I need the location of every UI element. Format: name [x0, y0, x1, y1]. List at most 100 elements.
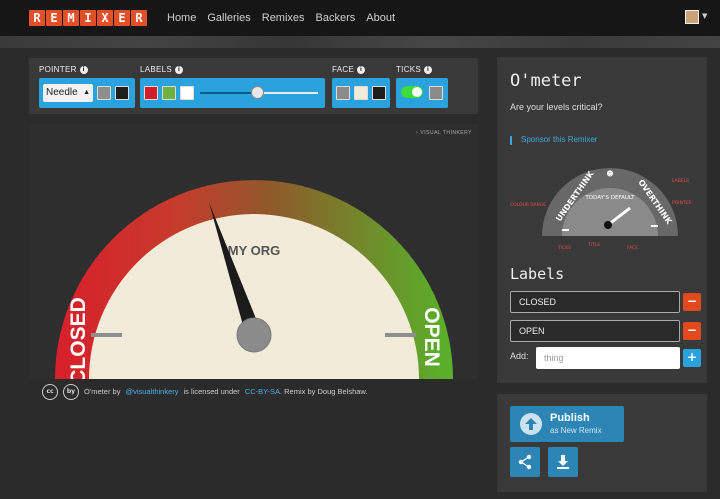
gauge-toolbar: POINTER i Needle ▲ LABELS i FACE i TICKS i — [29, 58, 478, 114]
publish-title: Publish — [550, 412, 590, 424]
add-label-input[interactable]: thing — [536, 347, 680, 369]
diagram-colour-range: COLOUR RANGE — [510, 202, 546, 208]
gauge-canvas: ◔ VISUAL THINKERY MY ORG CLOSED OPEN — [29, 124, 478, 379]
logo-letter: M — [63, 10, 79, 26]
diagram-face-label: FACE — [627, 245, 638, 251]
nav-links: Home Galleries Remixes Backers About — [167, 11, 395, 25]
pointer-select[interactable]: Needle ▲ — [43, 84, 93, 102]
slider-fill — [200, 92, 257, 94]
remove-label-button[interactable]: − — [683, 293, 701, 311]
labels-label: LABELS — [140, 65, 173, 74]
credit-middle: is licensed under — [183, 387, 240, 396]
top-nav: R E M I X E R Home Galleries Remixes Bac… — [0, 0, 720, 36]
labels-heading: Labels — [510, 265, 565, 283]
credit-prefix: O'meter by — [84, 387, 121, 396]
publish-panel: Publish as New Remix — [497, 394, 707, 492]
user-avatar[interactable] — [685, 10, 699, 24]
add-label-text: Add: — [510, 351, 529, 361]
watermark: ◔ VISUAL THINKERY — [414, 130, 472, 136]
ticks-toggle[interactable] — [401, 86, 423, 98]
diagram-tick — [562, 229, 569, 231]
info-icon[interactable]: i — [79, 66, 88, 74]
labels-controls — [140, 78, 325, 108]
pointer-color-swatch[interactable] — [97, 86, 111, 100]
info-icon[interactable]: i — [424, 66, 433, 74]
publish-button[interactable]: Publish as New Remix — [510, 406, 624, 442]
pointer-label: POINTER — [39, 65, 77, 74]
author-link[interactable]: @visualthinkery — [125, 387, 178, 397]
gauge-title: MY ORG — [228, 243, 281, 258]
logo-letter: R — [131, 10, 147, 26]
remix-title: O'meter — [510, 71, 582, 91]
pointer-select-value: Needle — [46, 87, 78, 98]
pointer-group: POINTER i Needle ▲ — [39, 65, 135, 108]
labels-color-swatch-green[interactable] — [162, 86, 176, 100]
label-field-2[interactable]: OPEN — [510, 320, 680, 342]
remove-label-button[interactable]: − — [683, 322, 701, 340]
diagram-ticks: TICKS — [557, 245, 571, 251]
by-icon: by — [63, 384, 79, 400]
gauge-tick-left — [91, 333, 122, 337]
pointer-controls: Needle ▲ — [39, 78, 135, 108]
gauge-needle-hub — [236, 317, 272, 353]
diagram-labels: LABELS — [672, 178, 689, 184]
ticks-label: TICKS — [396, 65, 422, 74]
nav-link-about[interactable]: About — [366, 11, 395, 25]
arrow-up-icon — [520, 413, 542, 435]
download-icon — [557, 455, 569, 469]
remixer-logo[interactable]: R E M I X E R — [29, 10, 147, 26]
gauge-svg: MY ORG CLOSED OPEN — [55, 180, 453, 379]
ticks-controls — [396, 78, 448, 108]
face-group: FACE i — [332, 65, 390, 108]
license-credit: cc by O'meter by @visualthinkery is lice… — [42, 384, 368, 400]
sponsor-text: Sponsor this Remixer — [521, 135, 598, 144]
share-icon — [518, 454, 532, 470]
face-color-swatch-grey[interactable] — [336, 86, 350, 100]
cc-icon: cc — [42, 384, 58, 400]
label-field-1[interactable]: CLOSED — [510, 291, 680, 313]
face-controls — [332, 78, 390, 108]
nav-link-galleries[interactable]: Galleries — [207, 11, 250, 25]
logo-letter: I — [80, 10, 96, 26]
remix-subtitle: Are your levels critical? — [510, 102, 603, 112]
labels-color-swatch-white[interactable] — [180, 86, 194, 100]
sponsor-link[interactable]: Sponsor this Remixer — [510, 135, 597, 145]
ticks-group: TICKS i — [396, 65, 448, 108]
chevron-down-icon: ▲ — [83, 89, 90, 96]
nav-link-remixes[interactable]: Remixes — [262, 11, 305, 25]
download-button[interactable] — [548, 447, 578, 477]
decorative-strip — [0, 36, 720, 48]
ticks-color-swatch[interactable] — [429, 86, 443, 100]
remix-sidebar: O'meter Are your levels critical? Sponso… — [497, 57, 707, 383]
toggle-knob — [412, 87, 422, 97]
gauge-label-right: OPEN — [420, 307, 443, 367]
info-icon[interactable]: i — [357, 66, 366, 74]
face-color-swatch-black[interactable] — [372, 86, 386, 100]
diagram-smiley-icon: ☻ — [606, 170, 613, 178]
gauge-tick-right — [385, 333, 416, 337]
nav-link-backers[interactable]: Backers — [316, 11, 356, 25]
face-color-swatch-cream[interactable] — [354, 86, 368, 100]
info-icon[interactable]: i — [175, 66, 184, 74]
share-button[interactable] — [510, 447, 540, 477]
labels-color-swatch-red[interactable] — [144, 86, 158, 100]
face-label: FACE — [332, 65, 355, 74]
pointer-outline-swatch[interactable] — [115, 86, 129, 100]
credit-suffix: . Remix by Doug Belshaw. — [279, 387, 368, 396]
license-link[interactable]: CC-BY-SA — [245, 387, 280, 397]
diagram-tick — [651, 225, 658, 227]
slider-handle[interactable] — [250, 86, 264, 99]
caret-down-icon[interactable]: ▼ — [702, 12, 707, 20]
gauge-diagram: UNDERTHINK OVERTHINK TODAY'S DEFAULT ☻ C… — [510, 168, 692, 251]
nav-link-home[interactable]: Home — [167, 11, 196, 25]
logo-letter: E — [114, 10, 130, 26]
sponsor-icon — [510, 135, 517, 145]
add-label-button[interactable]: + — [683, 349, 701, 367]
logo-letter: X — [97, 10, 113, 26]
logo-letter: R — [29, 10, 45, 26]
diagram-pointer: POINTER — [672, 200, 692, 206]
logo-letter: E — [46, 10, 62, 26]
gauge-label-left: CLOSED — [67, 297, 90, 379]
diagram-default: TODAY'S DEFAULT — [584, 195, 635, 201]
labels-group: LABELS i — [140, 65, 325, 108]
